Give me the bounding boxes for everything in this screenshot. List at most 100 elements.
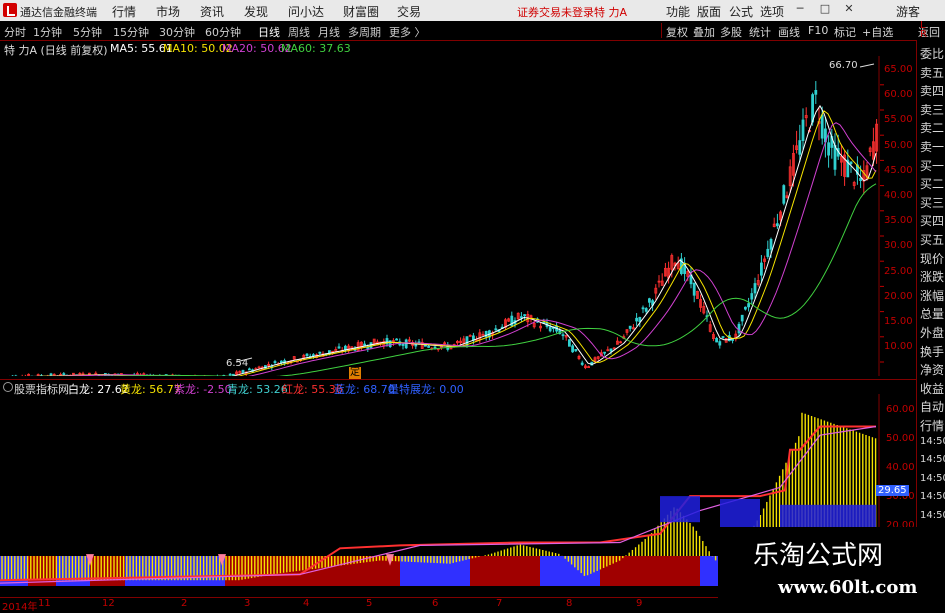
candle-body: [306, 354, 308, 355]
tool-mark[interactable]: 标记: [834, 24, 856, 40]
candle-body: [248, 369, 250, 370]
menu-discover[interactable]: 发现: [244, 3, 268, 20]
quote-label[interactable]: 14:50: [920, 491, 945, 502]
candle-body: [741, 315, 743, 321]
quote-label[interactable]: 净资: [920, 361, 944, 378]
menu-layout[interactable]: 版面: [697, 3, 721, 20]
quote-label[interactable]: 外盘: [920, 324, 944, 341]
high-price-label: 66.70: [829, 60, 858, 71]
quote-label[interactable]: 卖一: [920, 138, 944, 155]
quote-label[interactable]: 14:50: [920, 436, 945, 447]
quote-label[interactable]: 行情: [920, 417, 944, 434]
quote-label[interactable]: 14:50: [920, 510, 945, 521]
quote-label[interactable]: 换手: [920, 343, 944, 360]
candle-body: [716, 338, 718, 342]
candle-body: [639, 317, 641, 321]
menu-wealth[interactable]: 财富圈: [343, 3, 379, 20]
tool-multi-stock[interactable]: 多股: [720, 24, 742, 40]
period-15min[interactable]: 15分钟: [113, 24, 149, 40]
login-warning[interactable]: 证券交易未登录: [517, 4, 594, 20]
quote-label[interactable]: 买三: [920, 194, 944, 211]
guest-user[interactable]: 游客: [896, 3, 920, 20]
tool-rights[interactable]: 复权: [666, 24, 688, 40]
tool-f10[interactable]: F10: [808, 24, 828, 37]
menu-bar: 通达信金融终端 行情 市场 资讯 发现 问小达 财富圈 交易 证券交易未登录 特…: [0, 0, 945, 22]
period-more[interactable]: 更多 〉: [389, 24, 426, 40]
candle-body: [405, 340, 407, 348]
tool-stats[interactable]: 统计: [749, 24, 771, 40]
period-1min[interactable]: 1分钟: [33, 24, 62, 40]
period-60min[interactable]: 60分钟: [205, 24, 241, 40]
period-weekly[interactable]: 周线: [288, 24, 310, 40]
minimize-icon[interactable]: ─: [793, 2, 807, 16]
period-daily[interactable]: 日线: [258, 24, 280, 40]
candle-body: [424, 345, 426, 346]
tool-add-watch[interactable]: +自选: [862, 24, 893, 40]
quote-label[interactable]: 委比: [920, 45, 944, 62]
candle-body: [783, 186, 785, 204]
indicator-blue-area: [780, 505, 876, 528]
price-axis-tick: 40.00: [884, 190, 913, 201]
candle-body: [572, 346, 574, 352]
menu-formula[interactable]: 公式: [729, 3, 753, 20]
menu-functions[interactable]: 功能: [666, 3, 690, 20]
price-axis-tick: 60.00: [884, 89, 913, 100]
period-multi[interactable]: 多周期: [348, 24, 381, 40]
quote-label[interactable]: 涨幅: [920, 287, 944, 304]
quote-label[interactable]: 买五: [920, 231, 944, 248]
period-5min[interactable]: 5分钟: [73, 24, 102, 40]
watermark-title: 乐淘公式网: [753, 535, 883, 572]
date-axis-tick: 7: [496, 598, 502, 609]
pane-divider[interactable]: [0, 379, 916, 380]
indicator-blue-area: [720, 499, 760, 528]
period-timeshare[interactable]: 分时: [4, 24, 26, 40]
candle-body: [344, 346, 346, 349]
quote-label[interactable]: 收益: [920, 380, 944, 397]
candle-body: [338, 347, 340, 348]
close-icon[interactable]: ✕: [842, 2, 856, 16]
candle-body: [568, 340, 570, 347]
menu-market[interactable]: 市场: [156, 3, 180, 20]
ma60-value: MA60: 37.63: [281, 42, 351, 55]
tool-draw[interactable]: 画线: [778, 24, 800, 40]
ma60-label: MA60: 37.63: [281, 42, 351, 55]
tool-overlay[interactable]: 叠加: [693, 24, 715, 40]
indicator-axis-tick: 60.00: [886, 404, 915, 415]
quote-label[interactable]: 卖五: [920, 64, 944, 81]
period-30min[interactable]: 30分钟: [159, 24, 195, 40]
low-price-label: 6.54: [226, 358, 248, 369]
menu-trade[interactable]: 交易: [397, 3, 421, 20]
quote-label[interactable]: 卖四: [920, 82, 944, 99]
quote-label[interactable]: 自动: [920, 398, 944, 415]
candlestick-chart[interactable]: [0, 56, 916, 376]
event-marker[interactable]: 定: [349, 367, 361, 379]
maximize-icon[interactable]: □: [818, 2, 832, 16]
quote-label[interactable]: 买四: [920, 212, 944, 229]
candle-body: [860, 178, 862, 180]
quote-label[interactable]: 卖三: [920, 101, 944, 118]
menu-options[interactable]: 选项: [760, 3, 784, 20]
menu-news[interactable]: 资讯: [200, 3, 224, 20]
quote-label[interactable]: 涨跌: [920, 268, 944, 285]
ma20-line: [0, 123, 876, 376]
quote-label[interactable]: 买二: [920, 175, 944, 192]
quote-label[interactable]: 买一: [920, 157, 944, 174]
panel-tab-icon[interactable]: LR: [920, 21, 927, 39]
stock-name-title: 特 力A: [594, 4, 627, 20]
app-logo-icon: [3, 3, 17, 17]
quote-label[interactable]: 14:50: [920, 454, 945, 465]
period-monthly[interactable]: 月线: [318, 24, 340, 40]
price-axis-tick: 20.00: [884, 291, 913, 302]
quote-label[interactable]: 现价: [920, 250, 944, 267]
quote-label[interactable]: 总量: [920, 305, 944, 322]
date-axis-tick: 4: [303, 598, 309, 609]
quote-label[interactable]: 14:50: [920, 473, 945, 484]
quote-label[interactable]: 卖二: [920, 119, 944, 136]
candle-body: [815, 90, 817, 94]
candle-body: [367, 347, 369, 348]
date-axis-tick: 12: [102, 598, 115, 609]
indicator-toggle-icon[interactable]: [3, 382, 13, 392]
date-axis-tick: 11: [38, 598, 51, 609]
menu-ask[interactable]: 问小达: [288, 3, 324, 20]
menu-quotes[interactable]: 行情: [112, 3, 136, 20]
